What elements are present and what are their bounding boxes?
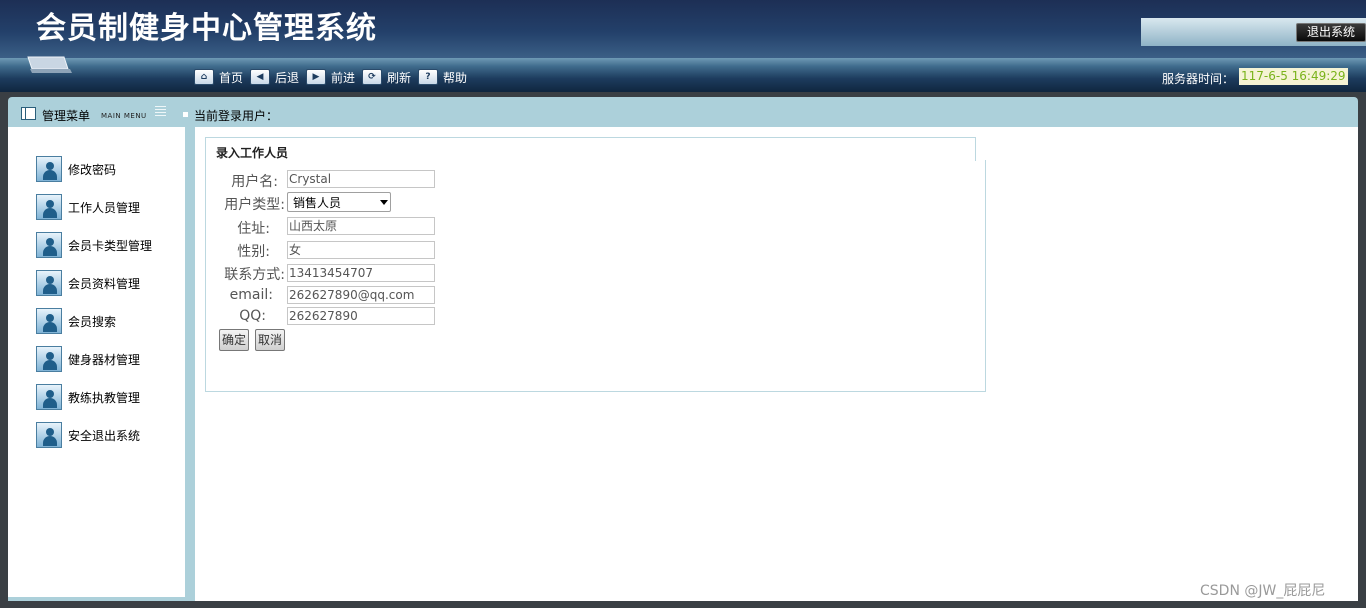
user-icon (36, 156, 62, 182)
user-icon (36, 308, 62, 334)
logout-button[interactable]: 退出系统 (1296, 23, 1366, 42)
chevron-down-icon (380, 200, 388, 205)
email-input[interactable] (287, 286, 435, 304)
nav-home-label: 首页 (219, 70, 244, 85)
sidebar-bottom-border (8, 597, 185, 601)
user-icon (36, 422, 62, 448)
monitor-logo-icon (27, 56, 72, 73)
home-icon: ⌂ (194, 69, 214, 85)
sidebar-item-label: 健身器材管理 (68, 352, 141, 367)
menu-title: 管理菜单 (42, 109, 91, 123)
app-title: 会员制健身中心管理系统 (36, 11, 377, 46)
nav-forward-button[interactable]: ▶ 前进 (306, 69, 355, 85)
sidebar-item-logout[interactable]: 安全退出系统 (36, 421, 140, 449)
username-input[interactable] (287, 170, 435, 188)
sidebar-item-equipment-management[interactable]: 健身器材管理 (36, 345, 140, 373)
menu-subtitle: MAIN MENU (101, 112, 147, 120)
nav-help-label: 帮助 (443, 70, 468, 85)
sidebar-divider[interactable] (185, 127, 195, 601)
cancel-button[interactable]: 取消 (255, 329, 285, 351)
back-arrow-icon: ◀ (250, 69, 270, 85)
nav-back-button[interactable]: ◀ 后退 (250, 69, 299, 85)
confirm-button[interactable]: 确定 (219, 329, 249, 351)
qq-input[interactable] (287, 307, 435, 325)
sidebar-item-label: 修改密码 (68, 162, 117, 177)
sidebar-item-label: 会员卡类型管理 (68, 238, 153, 253)
form-title: 录入工作人员 (216, 146, 289, 160)
qq-label: QQ: (239, 308, 266, 324)
gender-input[interactable] (287, 241, 435, 259)
contact-input[interactable] (287, 264, 435, 282)
user-type-selected: 销售人员 (293, 196, 342, 210)
sidebar-item-label: 安全退出系统 (68, 428, 141, 443)
bullet-icon (183, 112, 188, 117)
forward-arrow-icon: ▶ (306, 69, 326, 85)
nav-home-button[interactable]: ⌂ 首页 (194, 69, 243, 85)
address-input[interactable] (287, 217, 435, 235)
user-icon (36, 232, 62, 258)
sidebar-item-label: 会员搜索 (68, 314, 117, 329)
user-type-label: 用户类型: (224, 197, 285, 213)
user-icon (36, 194, 62, 220)
user-icon (36, 346, 62, 372)
username-label: 用户名: (231, 174, 278, 190)
sidebar-item-change-password[interactable]: 修改密码 (36, 155, 116, 183)
server-time-label: 服务器时间： (1162, 72, 1235, 86)
server-time-value: 117-6-5 16:49:29 (1239, 68, 1348, 85)
sidebar-item-card-type-management[interactable]: 会员卡类型管理 (36, 231, 152, 259)
nav-refresh-label: 刷新 (387, 70, 412, 85)
sidebar-item-label: 教练执教管理 (68, 390, 141, 405)
address-label: 住址: (237, 221, 270, 237)
menu-lines-icon (155, 106, 166, 116)
user-type-select[interactable]: 销售人员 (287, 192, 391, 212)
nav-refresh-button[interactable]: ⟳ 刷新 (362, 69, 411, 85)
refresh-icon: ⟳ (362, 69, 382, 85)
nav-help-button[interactable]: ? 帮助 (418, 69, 467, 85)
nav-forward-label: 前进 (331, 70, 356, 85)
user-icon (36, 270, 62, 296)
nav-back-label: 后退 (275, 70, 300, 85)
sidebar-item-label: 会员资料管理 (68, 276, 141, 291)
form-fieldset-header (205, 137, 976, 161)
sidebar-item-member-search[interactable]: 会员搜索 (36, 307, 116, 335)
help-icon: ? (418, 69, 438, 85)
sidebar-item-coach-management[interactable]: 教练执教管理 (36, 383, 140, 411)
current-user-label: 当前登录用户： (194, 109, 279, 123)
sidebar-item-label: 工作人员管理 (68, 200, 141, 215)
gender-label: 性别: (237, 244, 270, 260)
sidebar-item-member-profile-management[interactable]: 会员资料管理 (36, 269, 140, 297)
watermark: CSDN @JW_屁屁尼 (1200, 583, 1326, 599)
user-icon (36, 384, 62, 410)
menu-panel-icon (21, 107, 36, 120)
email-label: email: (229, 287, 273, 303)
contact-label: 联系方式: (224, 267, 285, 283)
sidebar-item-staff-management[interactable]: 工作人员管理 (36, 193, 140, 221)
